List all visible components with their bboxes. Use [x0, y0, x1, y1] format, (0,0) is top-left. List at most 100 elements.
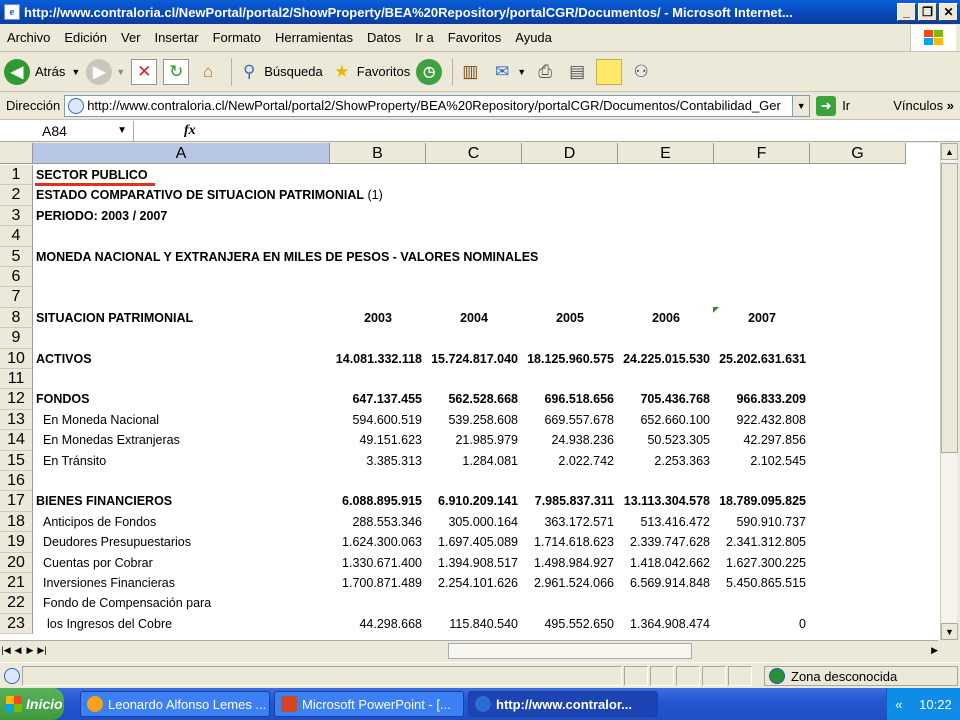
cell-a[interactable]: Anticipos de Fondos — [33, 512, 330, 532]
cell-value[interactable] — [426, 369, 522, 389]
cell-value[interactable]: 1.697.405.089 — [426, 532, 522, 552]
tab-prev-icon[interactable]: ◀ — [12, 645, 24, 656]
cell-value[interactable] — [522, 471, 618, 491]
cell-value[interactable] — [522, 267, 618, 287]
cell-a[interactable]: MONEDA NACIONAL Y EXTRANJERA EN MILES DE… — [33, 247, 538, 267]
cell-value[interactable] — [426, 287, 522, 307]
cell-value[interactable] — [714, 247, 810, 267]
row-header[interactable]: 7 — [0, 287, 33, 308]
refresh-button[interactable]: ↻ — [163, 58, 190, 85]
col-header-g[interactable]: G — [810, 143, 906, 163]
row-header[interactable]: 20 — [0, 552, 33, 573]
vertical-scrollbar[interactable]: ▲ ▼ — [940, 143, 958, 640]
cell-value[interactable]: 2.253.363 — [618, 451, 714, 471]
tab-last-icon[interactable]: ▶| — [36, 645, 48, 656]
cell-value[interactable] — [618, 226, 714, 246]
cell-a[interactable] — [33, 328, 330, 348]
cell-value[interactable] — [522, 369, 618, 389]
edit-button[interactable]: ▤ — [564, 59, 590, 85]
cell-value[interactable]: 539.258.608 — [426, 410, 522, 430]
cell-value[interactable]: 24.938.236 — [522, 430, 618, 450]
stop-button[interactable]: ✕ — [131, 58, 158, 85]
research-button[interactable]: ▥ — [457, 59, 483, 85]
cell-value[interactable] — [714, 206, 810, 226]
cell-value[interactable]: 0 — [714, 614, 810, 634]
spreadsheet-grid[interactable]: A B C D E F G 1 SECTOR PUBLICO 2 ESTADO COM… — [0, 143, 940, 640]
select-all-corner[interactable] — [0, 143, 33, 163]
row-header[interactable]: 14 — [0, 430, 33, 451]
task-button-ie[interactable]: http://www.contralor... — [468, 691, 658, 717]
cell-value[interactable]: 2005 — [522, 308, 618, 328]
cell-a[interactable]: SITUACION PATRIMONIAL — [33, 308, 330, 328]
cell-value[interactable] — [618, 328, 714, 348]
cell-a[interactable] — [33, 267, 330, 287]
cell-value[interactable] — [330, 247, 426, 267]
row-header[interactable]: 11 — [0, 369, 33, 390]
cell-value[interactable]: 7.985.837.311 — [522, 491, 618, 511]
cell-value[interactable]: 495.552.650 — [522, 614, 618, 634]
cell-value[interactable] — [618, 471, 714, 491]
row-header[interactable]: 19 — [0, 532, 33, 553]
menu-ayuda[interactable]: Ayuda — [508, 30, 559, 45]
row-header[interactable]: 4 — [0, 226, 33, 247]
home-button[interactable]: ⌂ — [195, 59, 221, 85]
cell-a[interactable]: Fondo de Compensación para — [33, 593, 330, 613]
menu-edicion[interactable]: Edición — [57, 30, 114, 45]
cell-value[interactable]: 652.660.100 — [618, 410, 714, 430]
chevron-down-icon[interactable]: ▼ — [117, 125, 127, 136]
cell-value[interactable]: 2004 — [426, 308, 522, 328]
go-button[interactable]: ➜ Ir — [816, 95, 850, 116]
col-header-e[interactable]: E — [618, 143, 714, 163]
cell-value[interactable]: 115.840.540 — [426, 614, 522, 634]
cell-value[interactable] — [714, 369, 810, 389]
row-header[interactable]: 22 — [0, 593, 33, 614]
cell-value[interactable]: 1.624.300.063 — [330, 532, 426, 552]
cell-value[interactable]: 21.985.979 — [426, 430, 522, 450]
cell-value[interactable]: 18.125.960.575 — [522, 349, 618, 369]
cell-value[interactable]: 13.113.304.578 — [618, 491, 714, 511]
cell-value[interactable] — [522, 593, 618, 613]
cell-value[interactable]: 2.022.742 — [522, 451, 618, 471]
cell-a[interactable]: ACTIVOS — [33, 349, 330, 369]
cell-value[interactable]: 363.172.571 — [522, 512, 618, 532]
menu-ir-a[interactable]: Ir a — [408, 30, 441, 45]
row-header[interactable]: 3 — [0, 205, 33, 227]
cell-value[interactable] — [522, 185, 618, 205]
row-header[interactable]: 18 — [0, 511, 33, 533]
tray-expand-icon[interactable]: « — [895, 697, 902, 712]
cell-value[interactable]: 6.910.209.141 — [426, 491, 522, 511]
col-header-a[interactable]: A — [33, 143, 330, 163]
cell-value[interactable] — [618, 593, 714, 613]
fx-icon[interactable]: fx — [184, 123, 196, 139]
cell-value[interactable]: 594.600.519 — [330, 410, 426, 430]
cell-value[interactable] — [330, 206, 426, 226]
cell-value[interactable]: 18.789.095.825 — [714, 491, 810, 511]
scroll-up-icon[interactable]: ▲ — [941, 143, 958, 160]
cell-value[interactable]: 696.518.656 — [522, 389, 618, 409]
cell-value[interactable]: 966.833.209 — [714, 389, 810, 409]
row-header[interactable]: 5 — [0, 246, 33, 267]
scroll-right-icon[interactable]: ▶ — [931, 645, 938, 656]
history-button[interactable]: ◷ — [416, 58, 443, 85]
cell-value[interactable] — [714, 593, 810, 613]
row-header[interactable]: 21 — [0, 573, 33, 594]
cell-a[interactable] — [33, 287, 330, 307]
scroll-thumb[interactable] — [941, 163, 958, 453]
tab-next-icon[interactable]: ▶ — [24, 645, 36, 656]
cell-value[interactable]: 15.724.817.040 — [426, 349, 522, 369]
cell-value[interactable]: 6.569.914.848 — [618, 573, 714, 593]
cell-value[interactable] — [330, 593, 426, 613]
scroll-down-icon[interactable]: ▼ — [941, 623, 958, 640]
cell-value[interactable]: 669.557.678 — [522, 410, 618, 430]
cell-value[interactable]: 1.394.908.517 — [426, 553, 522, 573]
task-button-powerpoint[interactable]: Microsoft PowerPoint - [... — [274, 691, 464, 717]
cell-a[interactable]: FONDOS — [33, 389, 330, 409]
cell-value[interactable]: 2007 — [714, 308, 810, 328]
col-header-c[interactable]: C — [426, 143, 522, 163]
chevron-down-icon[interactable]: ▼ — [71, 67, 80, 77]
row-header[interactable]: 13 — [0, 409, 33, 431]
cell-value[interactable] — [618, 369, 714, 389]
cell-value[interactable] — [426, 226, 522, 246]
cell-a[interactable]: Inversiones Financieras — [33, 573, 330, 593]
cell-value[interactable] — [330, 267, 426, 287]
